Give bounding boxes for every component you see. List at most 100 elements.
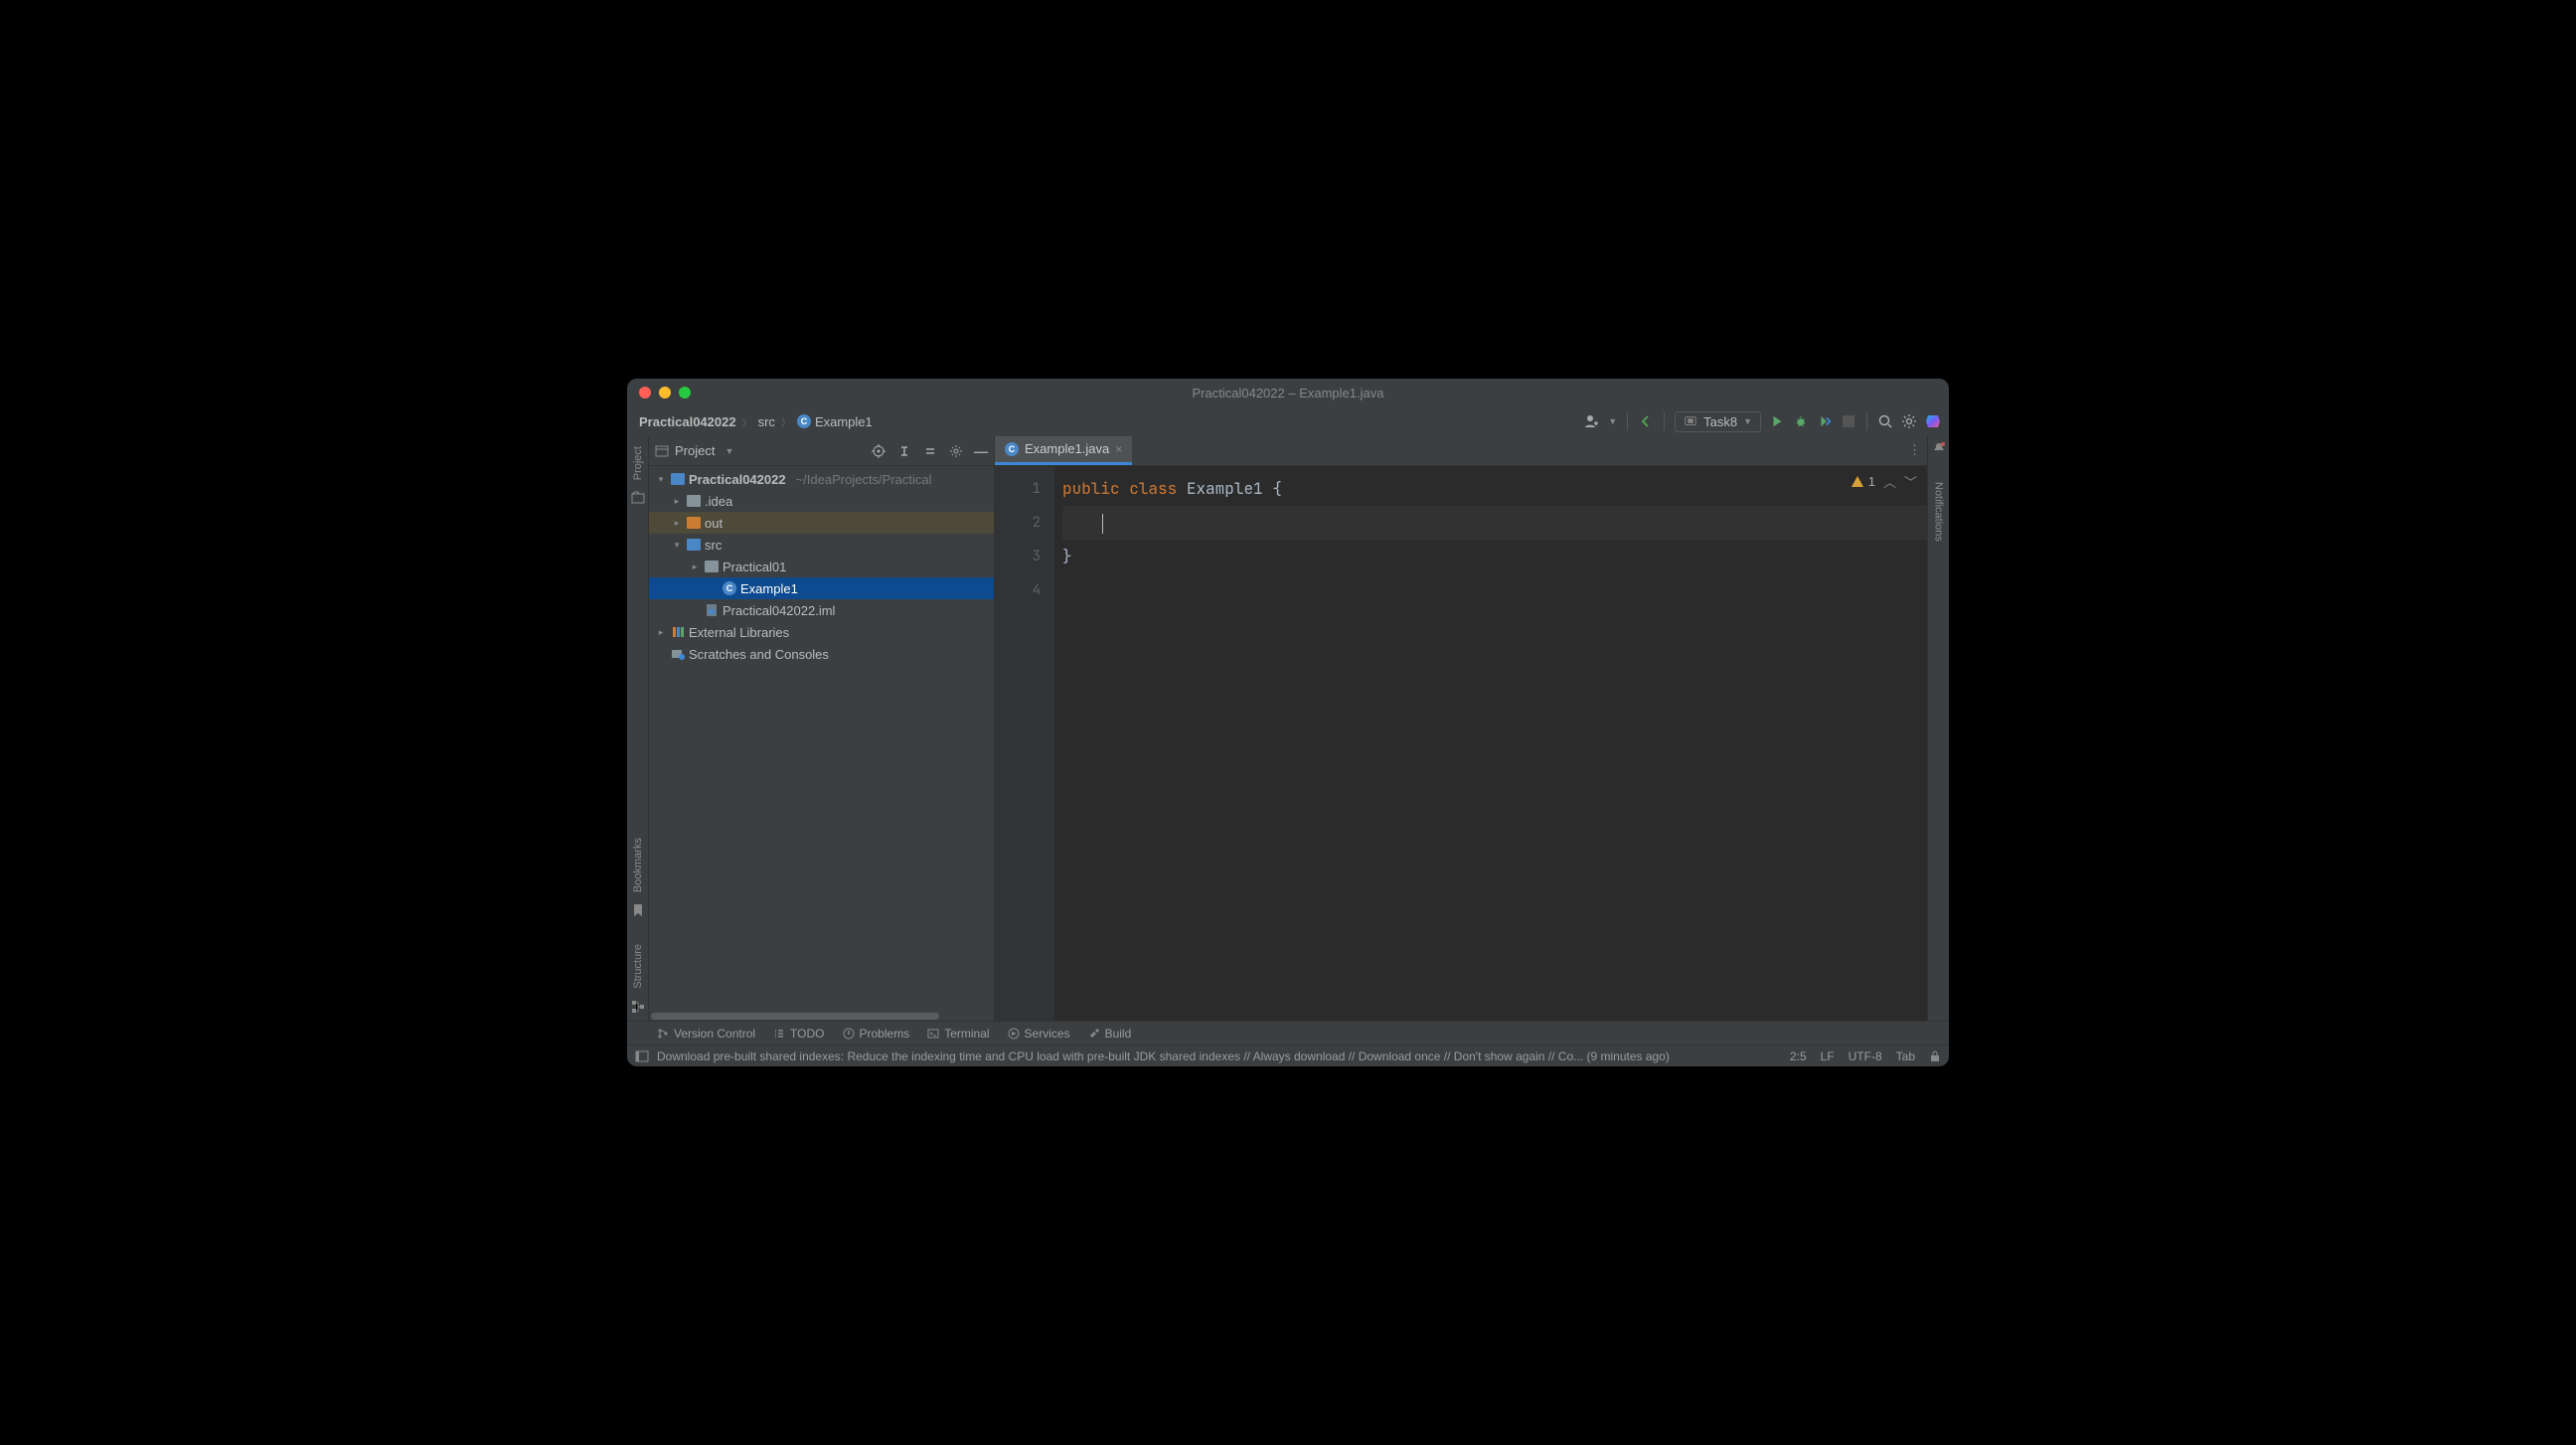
editor-area: C Example1.java × ⋮ 1 2 3 4 public class…	[995, 436, 1927, 1021]
todo-tab[interactable]: TODO	[773, 1027, 824, 1041]
hammer-icon	[1088, 1028, 1100, 1040]
next-highlight-icon[interactable]: ﹀	[1904, 472, 1917, 491]
chevron-right-icon[interactable]: ▸	[655, 627, 667, 638]
breadcrumb-class[interactable]: C Example1	[793, 414, 877, 429]
status-message[interactable]: Download pre-built shared indexes: Reduc…	[657, 1049, 1670, 1063]
editor-tab-example1[interactable]: C Example1.java ×	[995, 436, 1132, 465]
toolbox-icon[interactable]	[1925, 413, 1941, 429]
editor-tab-label: Example1.java	[1025, 441, 1109, 456]
tree-label: out	[705, 516, 723, 531]
more-tabs-icon[interactable]: ⋮	[1908, 442, 1921, 458]
problems-tab[interactable]: Problems	[843, 1027, 910, 1041]
line-separator[interactable]: LF	[1821, 1049, 1835, 1063]
structure-tool-tab[interactable]: Structure	[632, 938, 644, 995]
build-tab[interactable]: Build	[1088, 1027, 1132, 1041]
chevron-right-icon[interactable]: ▸	[671, 496, 683, 507]
scrollbar-thumb[interactable]	[651, 1013, 939, 1020]
code-line-2	[1062, 506, 1927, 540]
editor-inspections: 1 ︿ ﹀	[1851, 472, 1917, 491]
file-encoding[interactable]: UTF-8	[1849, 1049, 1882, 1063]
tree-src-folder[interactable]: ▾ src	[649, 534, 994, 556]
tree-external-libs[interactable]: ▸ External Libraries	[649, 621, 994, 643]
line-number-gutter: 1 2 3 4	[995, 466, 1054, 1021]
close-window-button[interactable]	[639, 387, 651, 399]
window-title: Practical042022 – Example1.java	[627, 386, 1949, 401]
notifications-tool-tab[interactable]: Notifications	[1933, 476, 1945, 548]
notifications-icon[interactable]	[1931, 440, 1947, 456]
warning-icon	[1851, 475, 1864, 489]
tree-scratches[interactable]: Scratches and Consoles	[649, 643, 994, 665]
project-tree[interactable]: ▾ Practical042022 ~/IdeaProjects/Practic…	[649, 466, 994, 1011]
chevron-right-icon[interactable]: ▸	[671, 518, 683, 529]
branch-icon	[657, 1028, 669, 1040]
tree-out-folder[interactable]: ▸ out	[649, 512, 994, 534]
scratches-icon	[671, 647, 685, 661]
debug-button[interactable]	[1793, 413, 1809, 429]
project-panel-header: Project ▼ —	[649, 436, 994, 466]
tree-idea-folder[interactable]: ▸ .idea	[649, 490, 994, 512]
chevron-down-icon[interactable]: ▼	[724, 446, 733, 456]
breadcrumb-src[interactable]: src	[754, 414, 779, 429]
prev-highlight-icon[interactable]: ︿	[1883, 472, 1896, 491]
close-tab-icon[interactable]: ×	[1115, 442, 1122, 456]
titlebar: Practical042022 – Example1.java	[627, 379, 1949, 406]
panel-settings-icon[interactable]	[948, 443, 964, 459]
project-tool-tab[interactable]: Project	[632, 440, 644, 486]
editor-tabs: C Example1.java × ⋮	[995, 436, 1927, 466]
run-button[interactable]	[1769, 413, 1785, 429]
expand-all-icon[interactable]	[896, 443, 912, 459]
tree-label: .idea	[705, 494, 732, 509]
settings-icon[interactable]	[1901, 413, 1917, 429]
coverage-button[interactable]	[1817, 413, 1833, 429]
chevron-down-icon[interactable]: ▾	[655, 474, 667, 485]
problems-icon	[843, 1028, 855, 1040]
traffic-lights	[627, 387, 691, 399]
dropdown-arrow-icon[interactable]: ▼	[1608, 416, 1617, 426]
tree-class-file[interactable]: C Example1	[649, 577, 994, 599]
code-area[interactable]: public class Example1 { }	[1054, 466, 1927, 1021]
stop-button[interactable]	[1841, 413, 1856, 429]
indent-setting[interactable]: Tab	[1896, 1049, 1915, 1063]
editor-body[interactable]: 1 2 3 4 public class Example1 { } 1	[995, 466, 1927, 1021]
services-tab[interactable]: Services	[1008, 1027, 1070, 1041]
text-caret	[1102, 514, 1103, 534]
bottom-tool-tabs: Version Control TODO Problems Terminal S…	[627, 1021, 1949, 1044]
class-icon: C	[723, 581, 736, 595]
run-config-label: Task8	[1703, 414, 1737, 429]
maximize-window-button[interactable]	[679, 387, 691, 399]
chevron-down-icon: ▼	[1743, 416, 1752, 426]
breadcrumb-project[interactable]: Practical042022	[635, 414, 740, 429]
collapse-all-icon[interactable]	[922, 443, 938, 459]
tree-iml-file[interactable]: Practical042022.iml	[649, 599, 994, 621]
select-opened-file-icon[interactable]	[871, 443, 886, 459]
statusbar: Download pre-built shared indexes: Reduc…	[627, 1044, 1949, 1066]
warning-count[interactable]: 1	[1851, 474, 1875, 489]
warning-count-label: 1	[1868, 474, 1875, 489]
project-icon	[630, 490, 646, 506]
tree-package[interactable]: ▸ Practical01	[649, 556, 994, 577]
bookmarks-tool-tab[interactable]: Bookmarks	[632, 832, 644, 898]
tree-root[interactable]: ▾ Practical042022 ~/IdeaProjects/Practic…	[649, 468, 994, 490]
chevron-right-icon: 〉	[781, 414, 791, 429]
minimize-window-button[interactable]	[659, 387, 671, 399]
back-arrow-icon[interactable]	[1638, 413, 1654, 429]
project-view-label[interactable]: Project	[675, 443, 715, 458]
tree-hscrollbar[interactable]	[649, 1011, 994, 1021]
cursor-position[interactable]: 2:5	[1790, 1049, 1807, 1063]
line-number: 4	[995, 573, 1041, 607]
lock-icon[interactable]	[1929, 1050, 1941, 1062]
run-config-selector[interactable]: Task8 ▼	[1675, 411, 1761, 432]
chevron-right-icon[interactable]: ▸	[689, 562, 701, 572]
version-control-tab[interactable]: Version Control	[657, 1027, 755, 1041]
toolwindow-toggle-icon[interactable]	[635, 1049, 649, 1063]
chevron-down-icon[interactable]: ▾	[671, 540, 683, 551]
terminal-tab[interactable]: Terminal	[927, 1027, 989, 1041]
module-file-icon	[705, 603, 719, 617]
search-icon[interactable]	[1877, 413, 1893, 429]
chevron-right-icon: 〉	[742, 414, 752, 429]
minimize-panel-icon[interactable]: —	[974, 443, 988, 459]
view-mode-icon[interactable]	[655, 444, 669, 458]
add-user-icon[interactable]	[1584, 413, 1600, 429]
line-number: 2	[995, 506, 1041, 540]
bookmark-icon	[630, 902, 646, 918]
